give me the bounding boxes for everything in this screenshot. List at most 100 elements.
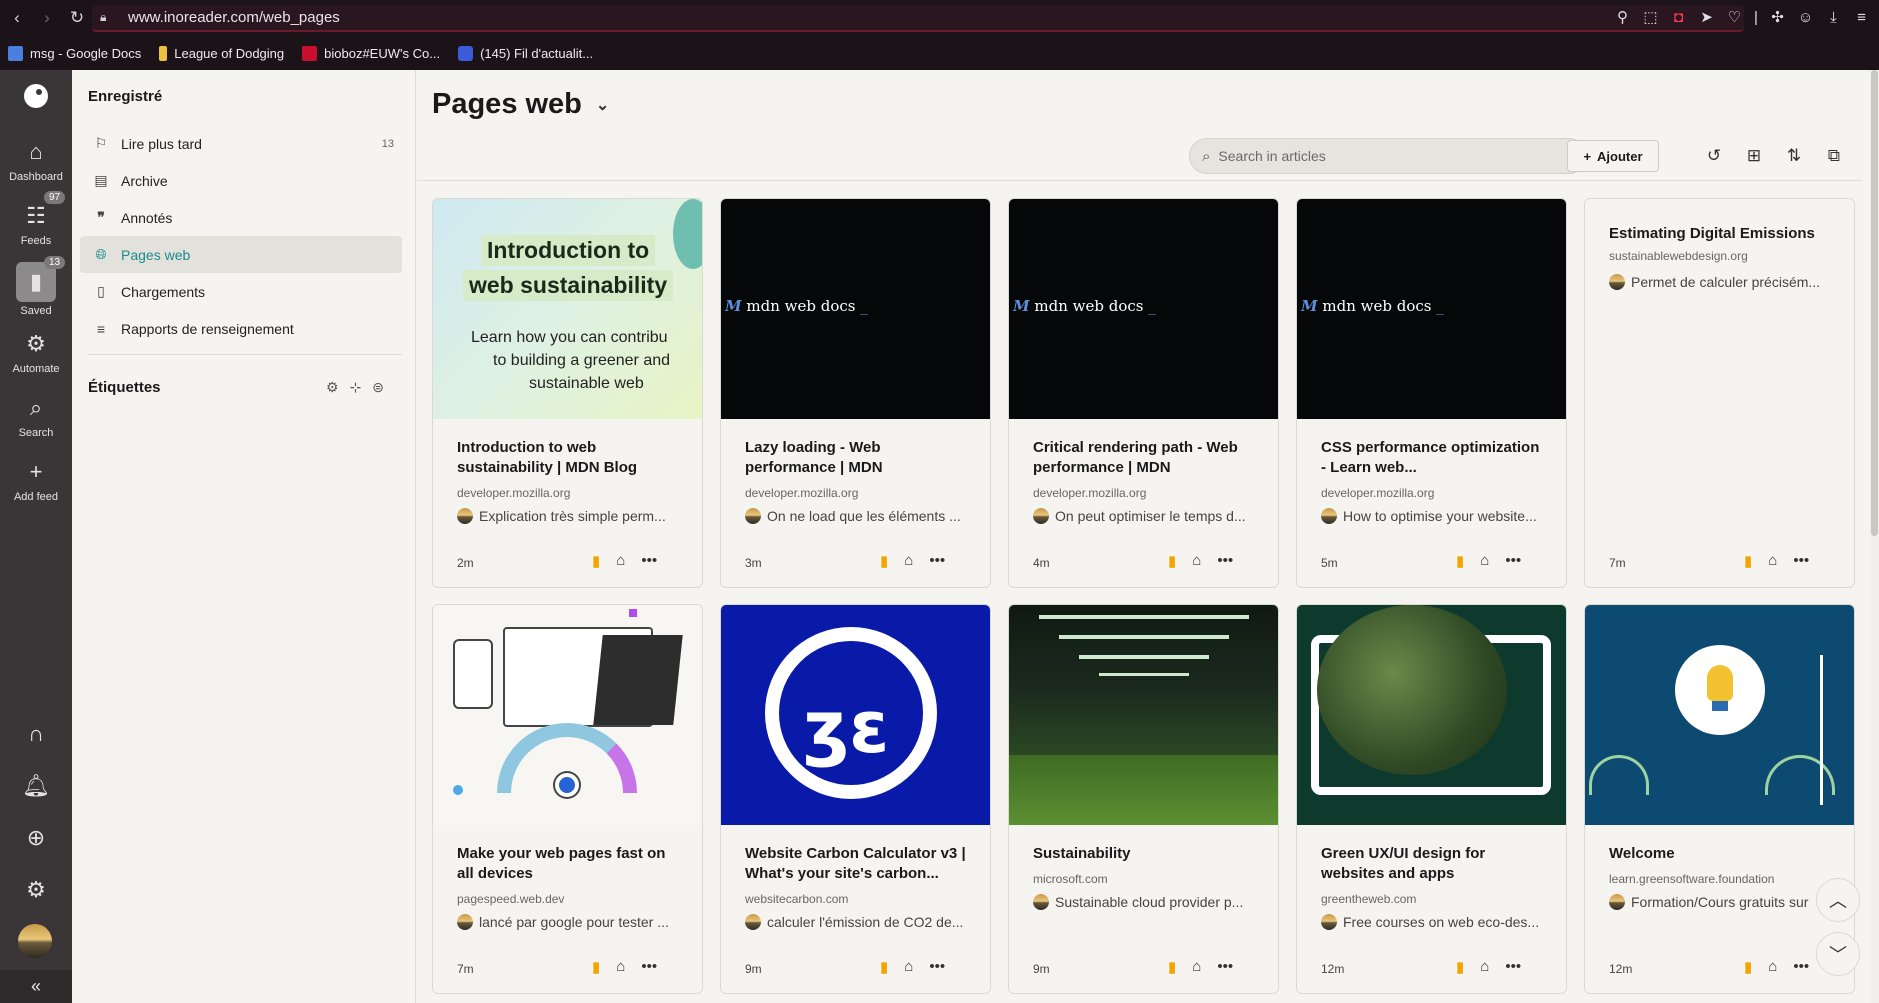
more-icon[interactable]: ••• bbox=[641, 958, 657, 976]
profile-icon[interactable]: ☺ bbox=[1796, 6, 1815, 28]
article-card[interactable]: M mdn web docs _ CSS performance optimiz… bbox=[1296, 198, 1567, 588]
bookmark-icon[interactable]: ▮ bbox=[1168, 552, 1176, 570]
tag-icon[interactable]: ⌂ bbox=[904, 552, 913, 570]
rail-headphones[interactable]: ∩ bbox=[0, 718, 72, 753]
filter-icon[interactable]: ⊜ bbox=[372, 379, 384, 396]
bookmark-icon[interactable]: ▮ bbox=[880, 958, 888, 976]
sort-icon[interactable]: ⇅ bbox=[1782, 144, 1806, 168]
tag-icon[interactable]: ⌂ bbox=[1192, 552, 1201, 570]
rail-dashboard[interactable]: ⌂ Dashboard bbox=[0, 136, 72, 183]
scroll-down-button[interactable]: ﹀ bbox=[1816, 932, 1860, 976]
article-title[interactable]: Lazy loading - Web performance | MDN bbox=[745, 438, 971, 478]
screenshot-icon[interactable]: ⬚ bbox=[1641, 6, 1660, 28]
article-card[interactable]: Introduction to web sustainability Learn… bbox=[432, 198, 703, 588]
more-icon[interactable]: ••• bbox=[1505, 552, 1521, 570]
nav-archive[interactable]: ▤ Archive bbox=[80, 162, 402, 199]
pin-icon[interactable]: ⚲ bbox=[1613, 6, 1632, 28]
nav-web-pages[interactable]: 🌐︎ Pages web bbox=[80, 236, 402, 273]
tag-icon[interactable]: ⌂ bbox=[616, 958, 625, 976]
rail-saved[interactable]: ▮ Saved bbox=[0, 262, 72, 317]
inoreader-logo[interactable] bbox=[24, 84, 48, 108]
bookmark-2[interactable]: bioboz#EUW's Co... bbox=[302, 45, 440, 61]
article-title[interactable]: Make your web pages fast on all devices bbox=[457, 844, 683, 884]
article-title[interactable]: Green UX/UI design for websites and apps bbox=[1321, 844, 1547, 884]
scrollbar-thumb[interactable] bbox=[1871, 70, 1878, 536]
article-title[interactable]: Website Carbon Calculator v3 | What's yo… bbox=[745, 844, 971, 884]
nav-read-later[interactable]: ⚐ Lire plus tard 13 bbox=[80, 125, 402, 162]
pocket-icon[interactable]: ◘ bbox=[1669, 6, 1688, 28]
bookmark-0[interactable]: msg - Google Docs bbox=[8, 45, 141, 61]
more-icon[interactable]: ••• bbox=[641, 552, 657, 570]
more-icon[interactable]: ••• bbox=[929, 958, 945, 976]
article-title[interactable]: CSS performance optimization - Learn web… bbox=[1321, 438, 1547, 478]
article-card[interactable]: Make your web pages fast on all devices … bbox=[432, 604, 703, 994]
article-card[interactable]: Green UX/UI design for websites and apps… bbox=[1296, 604, 1567, 994]
rail-help[interactable]: ⊕ bbox=[0, 822, 72, 857]
grid-view-icon[interactable]: ⊞ bbox=[1742, 144, 1766, 168]
rail-search[interactable]: ⌕ Search bbox=[0, 392, 72, 439]
tag-icon[interactable]: ⌂ bbox=[904, 958, 913, 976]
page-title[interactable]: Pages web ⌄ bbox=[432, 88, 609, 121]
more-icon[interactable]: ••• bbox=[1793, 958, 1809, 976]
article-card[interactable]: Sustainability microsoft.com Sustainable… bbox=[1008, 604, 1279, 994]
avatar[interactable] bbox=[18, 924, 52, 958]
more-icon[interactable]: ••• bbox=[929, 552, 945, 570]
article-title[interactable]: Welcome bbox=[1609, 844, 1835, 864]
article-card[interactable]: M mdn web docs _ Lazy loading - Web perf… bbox=[720, 198, 991, 588]
bookmark-icon[interactable]: ▮ bbox=[880, 552, 888, 570]
scroll-up-button[interactable]: ︿ bbox=[1816, 878, 1860, 922]
article-card[interactable]: Estimating Digital Emissions sustainable… bbox=[1584, 198, 1855, 588]
nav-reports[interactable]: ≡ Rapports de renseignement bbox=[80, 310, 402, 347]
article-title[interactable]: Estimating Digital Emissions bbox=[1609, 224, 1835, 244]
rail-notifications[interactable]: 🔔︎ bbox=[0, 770, 72, 805]
article-card[interactable]: Welcome learn.greensoftware.foundation F… bbox=[1584, 604, 1855, 994]
article-title[interactable]: Critical rendering path - Web performanc… bbox=[1033, 438, 1259, 478]
tag-icon[interactable]: ⌂ bbox=[1192, 958, 1201, 976]
bookmark-icon[interactable]: ▮ bbox=[1168, 958, 1176, 976]
tag-icon[interactable]: ⌂ bbox=[1480, 958, 1489, 976]
refresh-icon[interactable]: ↺ bbox=[1702, 144, 1726, 168]
bookmark-icon[interactable]: ▮ bbox=[1456, 552, 1464, 570]
heart-icon[interactable]: ♡ bbox=[1725, 6, 1744, 28]
tag-icon[interactable]: ⌂ bbox=[1768, 958, 1777, 976]
article-title[interactable]: Introduction to web sustainability | MDN… bbox=[457, 438, 683, 478]
bookmark-icon[interactable]: ▮ bbox=[1456, 958, 1464, 976]
address-bar[interactable]: 🔒︎ www.inoreader.com/web_pages bbox=[92, 5, 1744, 32]
tag-icon[interactable]: ⌂ bbox=[616, 552, 625, 570]
rail-feeds[interactable]: ☷ Feeds bbox=[0, 200, 72, 247]
send-icon[interactable]: ➤ bbox=[1697, 6, 1716, 28]
add-button[interactable]: + Ajouter bbox=[1567, 140, 1659, 172]
bookmark-icon[interactable]: ▮ bbox=[1744, 958, 1752, 976]
article-title[interactable]: Sustainability bbox=[1033, 844, 1259, 864]
tag-icon[interactable]: ⌂ bbox=[1768, 552, 1777, 570]
nav-annotated[interactable]: ❞ Annotés bbox=[80, 199, 402, 236]
mark-read-icon[interactable]: ⧉ bbox=[1822, 144, 1846, 168]
bookmark-icon[interactable]: ▮ bbox=[592, 552, 600, 570]
article-card[interactable]: M mdn web docs _ Critical rendering path… bbox=[1008, 198, 1279, 588]
article-card[interactable]: ʒε Website Carbon Calculator v3 | What's… bbox=[720, 604, 991, 994]
forward-icon[interactable]: › bbox=[34, 5, 60, 31]
bookmark-3[interactable]: (145) Fil d'actualit... bbox=[458, 45, 593, 61]
search-input[interactable]: ⌕ Search in articles bbox=[1189, 138, 1587, 174]
more-icon[interactable]: ••• bbox=[1217, 958, 1233, 976]
extensions-icon[interactable]: ✣ bbox=[1768, 6, 1787, 28]
rail-automate[interactable]: ⚙ Automate bbox=[0, 328, 72, 375]
scrollbar[interactable] bbox=[1870, 70, 1879, 1003]
bookmark-icon[interactable]: ▮ bbox=[592, 958, 600, 976]
collapse-rail-button[interactable]: « bbox=[0, 970, 72, 1003]
bookmark-icon[interactable]: ▮ bbox=[1744, 552, 1752, 570]
gear-icon[interactable]: ⚙ bbox=[326, 379, 339, 396]
downloads-icon[interactable]: ⤓ bbox=[1824, 6, 1843, 28]
menu-icon[interactable]: ≡ bbox=[1852, 6, 1871, 28]
reload-icon[interactable]: ↻ bbox=[64, 5, 90, 31]
tag-icon[interactable]: ⌂ bbox=[1480, 552, 1489, 570]
rail-add-feed[interactable]: + Add feed bbox=[0, 456, 72, 503]
more-icon[interactable]: ••• bbox=[1505, 958, 1521, 976]
more-icon[interactable]: ••• bbox=[1793, 552, 1809, 570]
bookmark-1[interactable]: League of Dodging bbox=[159, 45, 284, 61]
add-tag-icon[interactable]: ⊹ bbox=[350, 379, 362, 396]
back-icon[interactable]: ‹ bbox=[4, 5, 30, 31]
more-icon[interactable]: ••• bbox=[1217, 552, 1233, 570]
rail-settings[interactable]: ⚙ bbox=[0, 874, 72, 909]
nav-uploads[interactable]: ▯ Chargements bbox=[80, 273, 402, 310]
